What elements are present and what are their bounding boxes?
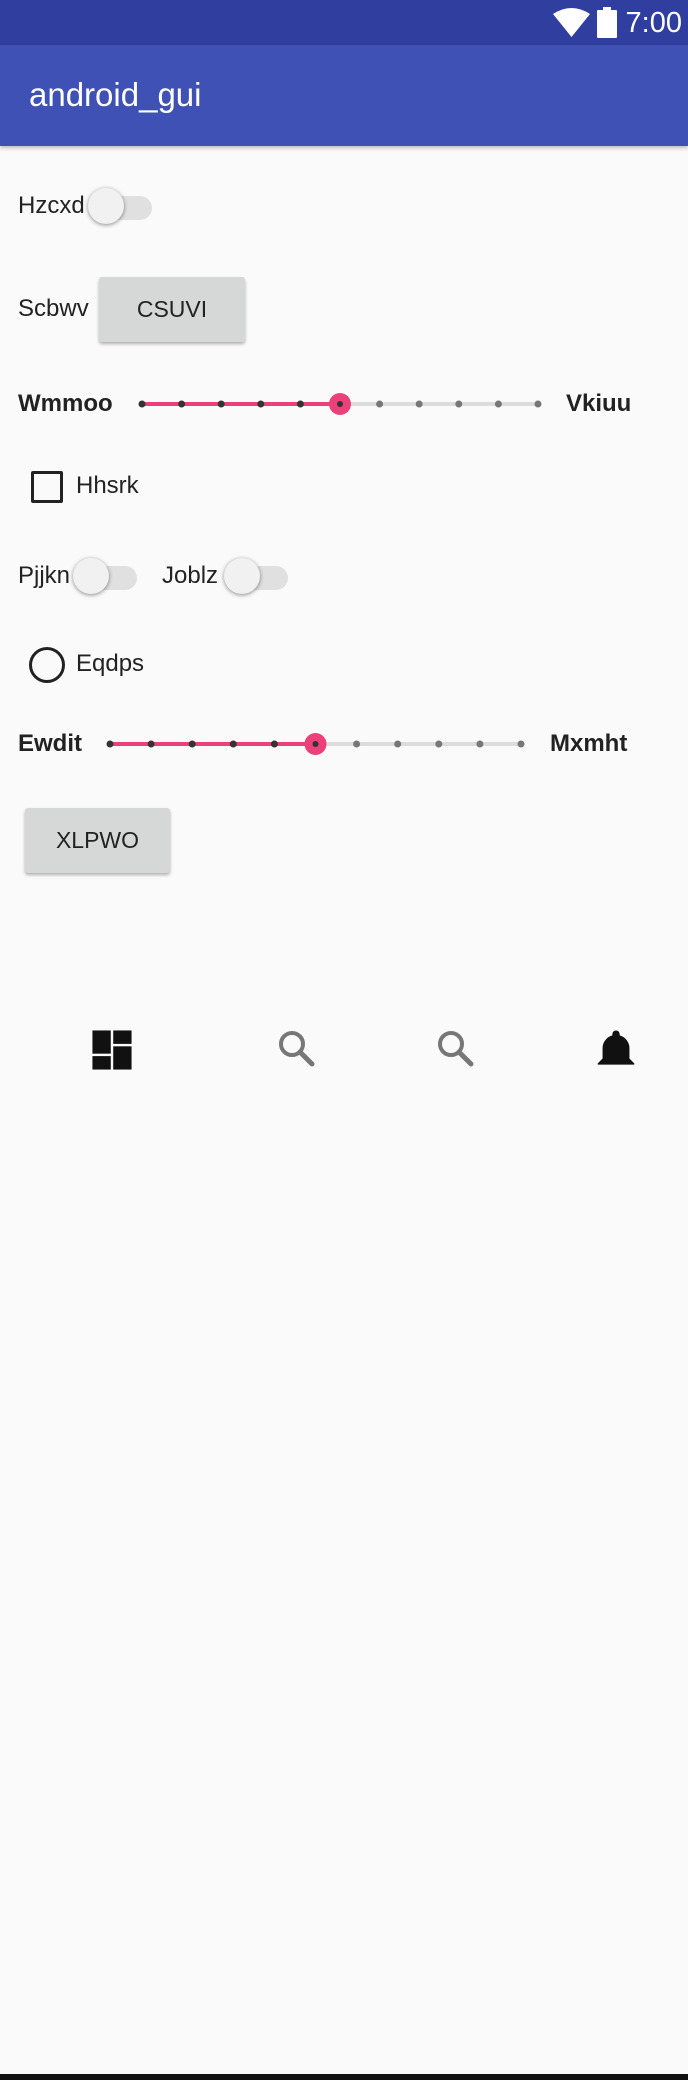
slider-right-label-vkiuu: Vkiuu [566,390,632,417]
slider-ewdit[interactable] [106,730,525,760]
checkbox-label-hhsrk: Hhsrk [76,472,139,499]
switch-hzcxd[interactable] [88,184,156,224]
slider-tick [376,400,384,408]
dashboard-icon[interactable] [90,1028,134,1072]
slider-tick [296,400,304,408]
battery-icon [597,7,617,38]
slider-tick [229,740,237,748]
slider-tick [494,400,502,408]
app-title: android_gui [29,76,202,113]
radio-label-eqdps: Eqdps [76,650,145,677]
switch-label-hzcxd: Hzcxd [18,192,85,219]
search-icon[interactable] [276,1028,320,1072]
slider-tick [534,400,542,408]
slider-tick [415,400,423,408]
app-bar: android_gui [0,45,688,146]
slider-tick [476,740,484,748]
switch-pjjkn[interactable] [73,554,141,594]
switch-joblz[interactable] [224,554,292,594]
slider-tick [217,400,225,408]
status-time: 7:00 [625,7,682,39]
status-bar: 7:00 [0,0,688,45]
switch-label-pjjkn: Pjjkn [18,562,71,589]
slider-tick [394,740,402,748]
slider-tick [353,740,361,748]
bottom-navigation [0,1010,688,2080]
search-icon[interactable] [435,1028,479,1072]
slider-thumb-dot [337,401,343,407]
slider-tick [147,740,155,748]
slider-wmmoo[interactable] [138,390,542,420]
slider-right-label-mxmht: Mxmht [550,730,628,757]
slider-tick [517,740,525,748]
slider-tick [257,400,265,408]
slider-tick [188,740,196,748]
slider-tick [178,400,186,408]
slider-tick [138,400,146,408]
slider-track-svg [106,733,525,755]
radio-eqdps[interactable] [29,647,65,683]
switch-thumb [224,558,260,594]
slider-tick [270,740,278,748]
wifi-icon [553,8,590,37]
slider-left-label-wmmoo: Wmmoo [18,390,113,417]
switch-label-joblz: Joblz [162,562,219,589]
slider-tick [435,740,443,748]
csuvi-button[interactable]: CSUVI [99,277,245,342]
slider-track-svg [138,393,542,415]
notifications-icon[interactable] [594,1028,638,1072]
slider-thumb-dot [312,741,319,747]
switch-thumb [88,188,124,224]
slider-tick [106,740,114,748]
xlpwo-button[interactable]: XLPWO [25,808,170,873]
switch-thumb [73,558,109,594]
bottom-bar [0,2074,688,2080]
slider-left-label-ewdit: Ewdit [18,730,82,757]
checkbox-hhsrk[interactable] [31,471,63,503]
button-label-scbwv: Scbwv [18,295,89,322]
slider-tick [455,400,463,408]
